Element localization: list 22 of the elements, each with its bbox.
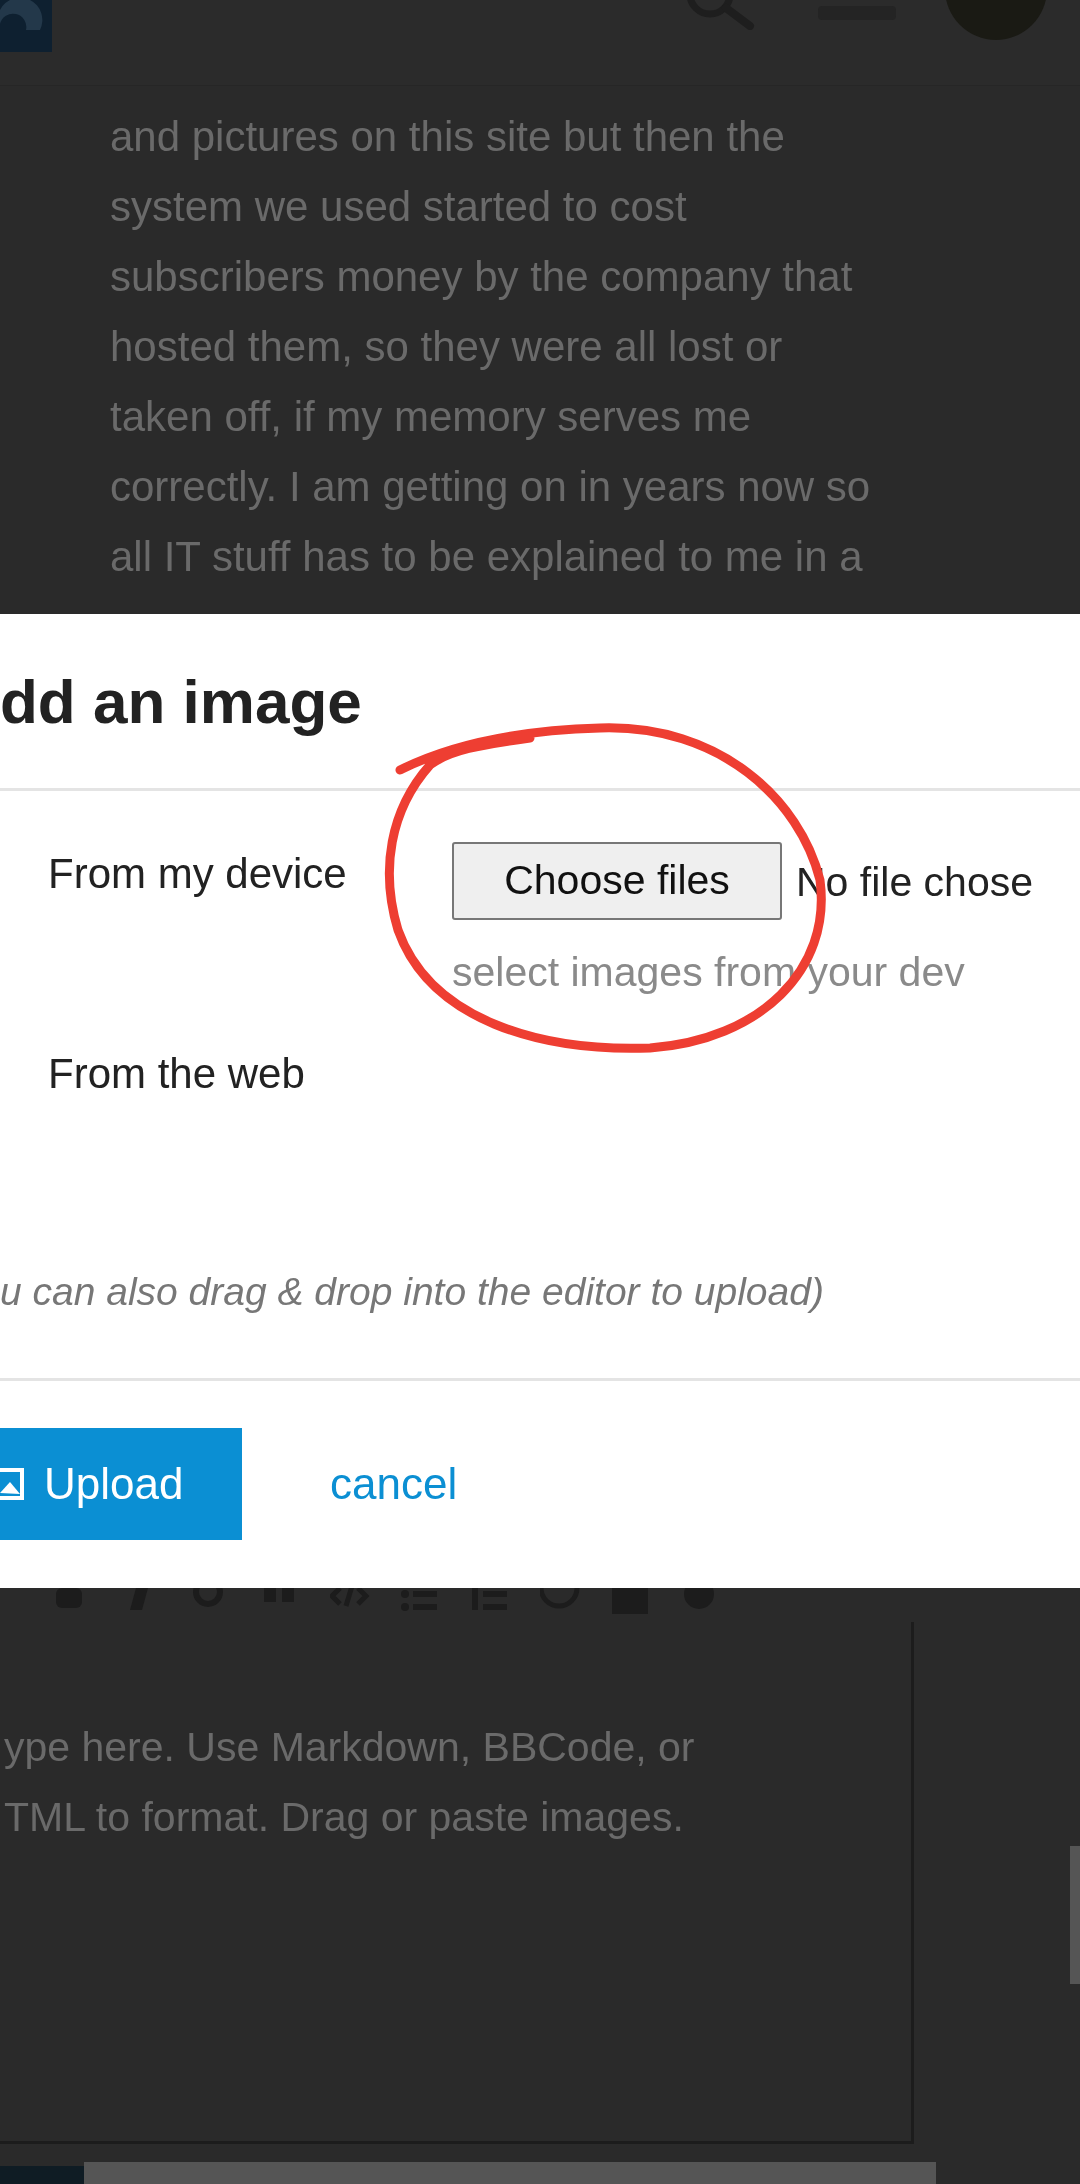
- dialog-title: dd an image: [0, 666, 362, 738]
- table-icon[interactable]: [610, 1588, 650, 1616]
- hint-text: select images from your dev: [452, 948, 965, 997]
- image-icon: [0, 1467, 26, 1501]
- logo-icon[interactable]: [0, 0, 52, 52]
- post-text-line: all IT stuff has to be explained to me in a: [110, 532, 863, 582]
- placeholder-text: TML to format. Drag or paste images.: [4, 1793, 684, 1842]
- post-text-line: subscribers money by the company that: [110, 252, 853, 302]
- drag-drop-note: u can also drag & drop into the editor to upload): [0, 1269, 824, 1315]
- choose-files-button[interactable]: Choose files: [452, 842, 782, 920]
- editor-field[interactable]: ype here. Use Markdown, BBCode, or TML to format. Drag or paste images.: [0, 1622, 914, 2144]
- placeholder-text: ype here. Use Markdown, BBCode, or: [4, 1723, 695, 1772]
- post-text-line: and pictures on this site but then the: [110, 112, 785, 162]
- post-text-line: hosted them, so they were all lost or: [110, 322, 783, 372]
- post-text-line: correctly. I am getting on in years now so: [110, 462, 871, 512]
- post-text-line: system we used started to cost: [110, 182, 687, 232]
- cancel-link[interactable]: cancel: [330, 1456, 458, 1512]
- scrollbar-thumb[interactable]: [1070, 1846, 1080, 1984]
- post-text-line: taken off, if my memory serves me: [110, 392, 752, 442]
- field-label: From my device: [48, 849, 347, 899]
- field-label: From the web: [48, 1049, 305, 1099]
- upload-button[interactable]: Upload: [0, 1428, 242, 1540]
